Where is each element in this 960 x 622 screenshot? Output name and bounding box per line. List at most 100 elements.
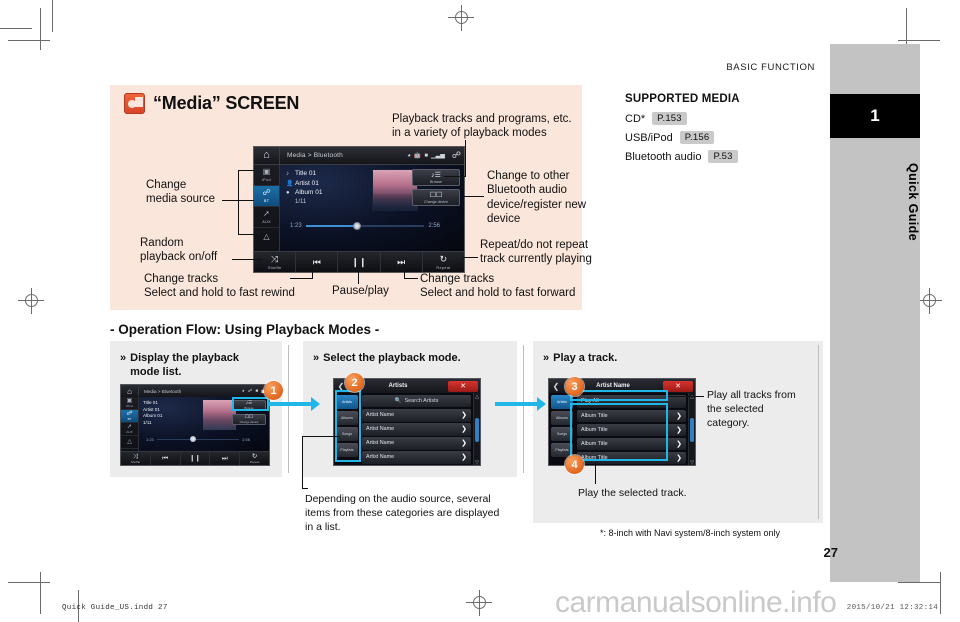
change-device-button[interactable]: ☐☐ Change device [232,414,266,425]
next-track-button[interactable]: ⏭ [210,452,241,465]
repeat-label: Repeat [436,264,451,270]
chevron-down-icon[interactable]: ▽ [690,460,694,465]
battery-icon: ■ [424,152,429,159]
step-bubble-4: 4 [565,455,584,474]
seek-knob[interactable] [189,436,196,443]
breadcrumb: Media > Bluetooth [144,388,182,394]
chevron-up-icon[interactable]: △ [690,394,694,400]
crop-mark [40,572,41,614]
footnote: *: 8-inch with Navi system/8-inch system… [600,528,781,538]
leader-line [404,266,405,279]
chevron-right-icon: ❯ [676,454,682,462]
scrollbar-thumb[interactable] [690,418,694,442]
chevron-right-icon: ❯ [676,440,682,448]
page-reference[interactable]: P.153 [652,112,687,125]
seek-knob[interactable] [353,222,362,230]
operation-flow-title: - Operation Flow: Using Playback Modes - [110,322,380,337]
bluetooth-icon: 🤖 [413,153,422,159]
track-artist: Artist 01 [143,406,160,412]
search-input[interactable]: 🔍 Search Artists [362,395,471,407]
crop-mark [898,40,940,41]
shuffle-button[interactable]: ⤨ Shuffle [254,252,297,272]
callout-repeat: Repeat/do not repeat track currently pla… [480,239,592,266]
seek-slider[interactable] [305,222,425,230]
leader-line [358,266,359,284]
list-item[interactable]: Artist Name ❯ [362,437,471,450]
total-time: 2:56 [428,223,440,229]
chevron-right-icon: ❯ [461,440,467,448]
close-button[interactable]: ✕ [448,380,478,392]
leader-line [302,436,340,437]
media-screen-icon [124,93,145,114]
track-count: 1/11 [295,198,307,205]
media-label: USB/iPod [625,131,673,144]
home-icon[interactable]: ⌂ [254,147,280,164]
seek-bar-row: 1:23 2:56 [146,436,250,443]
page-title-text: “Media” SCREEN [153,93,300,113]
leader-line [595,462,596,484]
page-title: “Media” SCREEN [124,93,299,114]
list-item[interactable]: Artist Name ❯ [362,409,471,422]
source-button-aux[interactable]: ➚ AUX [254,207,279,228]
card-divider [523,345,524,473]
chevron-up-icon[interactable]: △ [254,228,279,244]
scrollbar[interactable]: △ ▽ [688,393,695,465]
supported-media-item: USB/iPod P.156 [625,131,825,144]
highlight-album-list [570,403,668,461]
repeat-icon: ↻ [439,253,448,264]
callout-random-playback: Random playback on/off [140,237,218,264]
seek-slider[interactable] [156,436,240,443]
note-play-all: Play all tracks from the selected catego… [707,389,796,430]
list-item-label: Artist Name [366,426,395,433]
thumb-topbar: ⌂ Media > Bluetooth ◕ ☍ ■ ▅ [121,385,269,397]
list-item[interactable]: Artist Name ❯ [362,451,471,464]
leader-line [302,488,308,489]
previous-track-button[interactable]: ⏮ [296,252,339,272]
list-item-label: Artist Name [366,440,395,447]
aux-icon: ➚ [263,209,270,218]
step-bubble-3: 3 [565,377,584,396]
chevron-down-icon[interactable]: ▽ [475,460,479,465]
leader-line [465,140,466,176]
repeat-button[interactable]: ↻ Repeat [423,252,464,272]
source-label: BT [263,198,270,203]
chevron-up-icon[interactable]: △ [475,394,479,400]
chapter-title-vertical: Quick Guide [906,162,920,242]
repeat-button[interactable]: ↻ Repeat [240,452,269,465]
source-button-aux[interactable]: ➚ AUX [121,423,138,436]
shuffle-button[interactable]: ⤨ Shuffle [121,452,151,465]
page-reference[interactable]: P.53 [708,150,738,163]
footer-filename: Quick Guide_US.indd 27 [62,604,168,612]
scrollbar-thumb[interactable] [475,418,479,442]
bluetooth-status-icon: ☍ [451,150,461,160]
source-button-bt[interactable]: ☍ BT [121,410,138,423]
chevron-left-icon[interactable]: ❮ [549,382,563,391]
list-item-label: Artist Name [366,412,395,419]
change-device-button[interactable]: ☐☐ Change device [412,189,460,206]
crop-mark [8,582,50,583]
leader-line [404,278,418,279]
step-2-heading: » Select the playback mode. [313,352,513,366]
source-button-ipod[interactable]: ▣ iPod [121,397,138,410]
previous-track-button[interactable]: ⏮ [151,452,181,465]
scrollbar[interactable]: △ ▽ [473,393,480,465]
callout-playback-modes: Playback tracks and programs, etc. in a … [392,113,572,140]
source-button-bt[interactable]: ☍ BT [254,186,279,207]
note-categories: Depending on the audio source, several i… [305,493,500,534]
list-item[interactable]: Artist Name ❯ [362,423,471,436]
pause-play-button[interactable]: ❙❙ [338,252,381,272]
leader-line [462,257,478,258]
pause-play-button[interactable]: ❙❙ [181,452,211,465]
seek-fill [305,225,356,227]
home-icon[interactable]: ⌂ [121,386,139,396]
chevron-up-icon[interactable]: △ [121,436,138,449]
source-button-ipod[interactable]: ▣ iPod [254,165,279,186]
crop-mark [52,0,53,32]
total-time: 2:56 [242,437,250,442]
page-reference[interactable]: P.156 [679,131,715,144]
browse-button[interactable]: ♪☰ Browse [412,169,460,186]
shuffle-label: Shuffle [130,460,141,465]
chevron-up-glyph: △ [127,439,132,445]
next-track-button[interactable]: ⏭ [381,252,423,272]
wifi-icon: ◕ [407,152,411,159]
